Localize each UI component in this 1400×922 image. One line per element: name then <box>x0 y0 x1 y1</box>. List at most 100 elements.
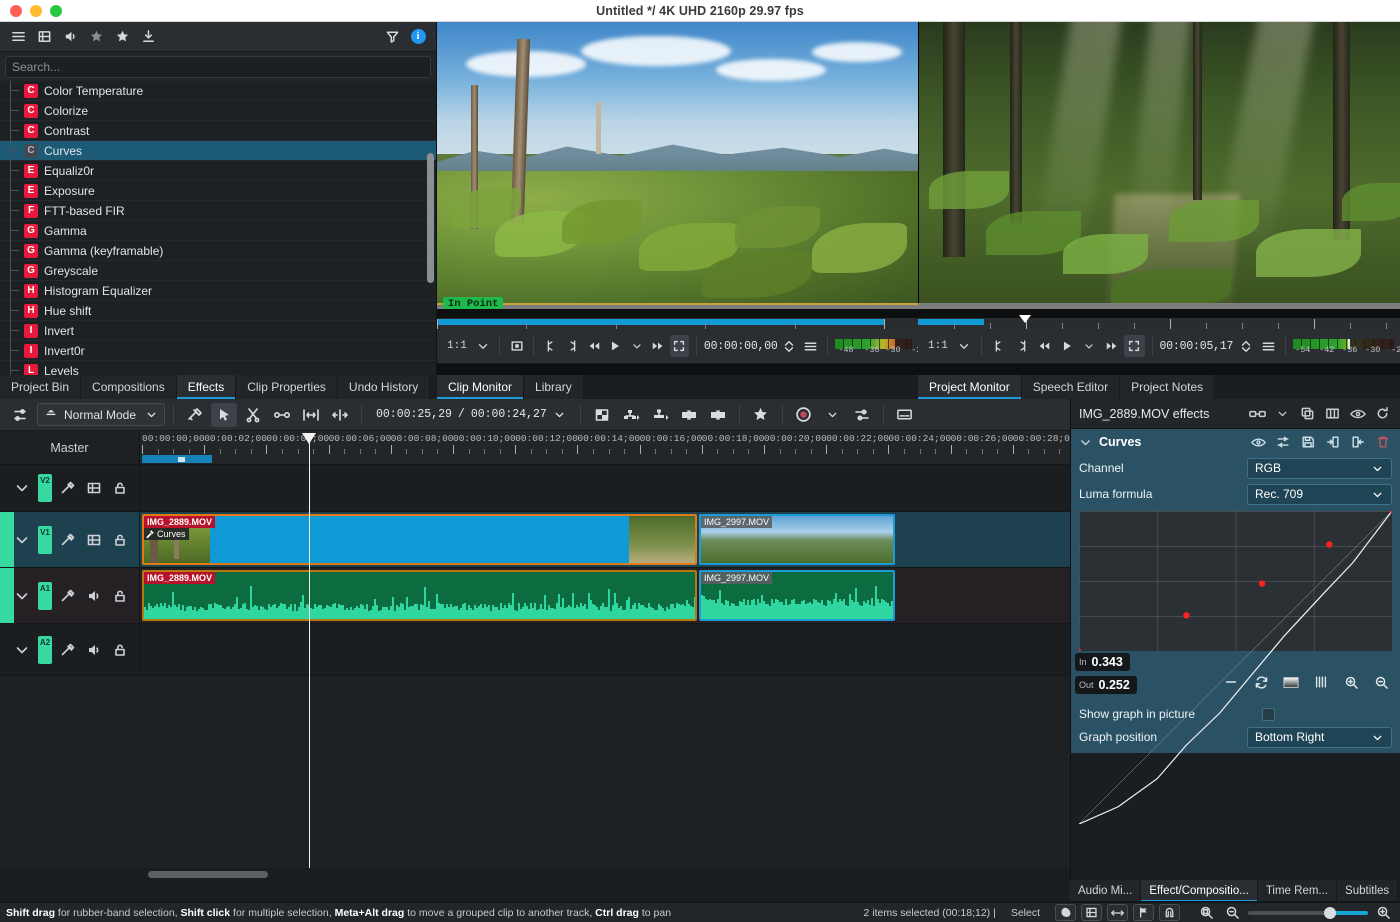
video-effects-icon[interactable] <box>32 26 56 48</box>
zoom-in-icon[interactable] <box>1373 904 1394 921</box>
timeline-playhead[interactable] <box>309 433 310 868</box>
curves-graph[interactable] <box>1079 511 1392 651</box>
project-monitor-tabs[interactable]: Project MonitorSpeech EditorProject Note… <box>918 375 1400 399</box>
timeline-edit-mode-select[interactable]: Normal Mode <box>37 403 165 426</box>
search-input[interactable] <box>5 56 431 78</box>
timeline-clip-video-2[interactable]: IMG_2997.MOV <box>699 514 895 565</box>
insert-zone-icon[interactable] <box>618 403 644 427</box>
rewind-icon[interactable] <box>1034 335 1055 357</box>
track-head-A2[interactable]: A2 <box>0 624 140 675</box>
track-effects-icon[interactable] <box>58 586 78 606</box>
tab-time-rem[interactable]: Time Rem... <box>1258 880 1337 902</box>
track-hide-icon[interactable] <box>84 530 104 550</box>
clip-monitor-video[interactable]: In Point <box>437 22 919 309</box>
set-in-point-icon[interactable] <box>541 335 560 357</box>
timeline-clip-audio-1[interactable]: IMG_2889.MOV <box>142 570 697 621</box>
download-effects-icon[interactable] <box>136 26 160 48</box>
set-out-point-icon[interactable] <box>1012 335 1033 357</box>
timeline-zoom-slider[interactable] <box>1248 911 1368 915</box>
list-view-icon[interactable] <box>6 26 30 48</box>
razor-tool-icon[interactable] <box>240 403 266 427</box>
tab-project-monitor[interactable]: Project Monitor <box>918 375 1022 399</box>
project-monitor-playhead[interactable] <box>1019 315 1031 323</box>
save-icon[interactable] <box>1299 433 1317 451</box>
tab-project-bin[interactable]: Project Bin <box>0 375 81 399</box>
track-effects-icon[interactable] <box>58 530 78 550</box>
effect-list-item[interactable]: HHistogram Equalizer <box>0 281 436 301</box>
play-icon[interactable] <box>605 335 624 357</box>
curve-control-point[interactable] <box>1259 580 1265 586</box>
project-monitor-zone-bar[interactable] <box>918 303 1400 309</box>
keyframes-icon[interactable] <box>1274 433 1292 451</box>
track-lane-V1[interactable]: IMG_2889.MOV Curves IMG_2997.MOV <box>140 512 1070 567</box>
zone-icon[interactable] <box>670 335 689 357</box>
split-compare-icon[interactable] <box>1248 404 1267 423</box>
effect-list-item[interactable]: GGamma (keyframable) <box>0 241 436 261</box>
timeline-zone-bar[interactable] <box>142 455 212 463</box>
select-tool-icon[interactable] <box>211 403 237 427</box>
custom-effects-icon[interactable] <box>84 26 108 48</box>
effect-list-item[interactable]: CContrast <box>0 121 436 141</box>
curve-control-point[interactable] <box>1390 511 1392 513</box>
curve-control-points[interactable] <box>1079 511 1392 651</box>
chevron-down-icon[interactable] <box>627 335 646 357</box>
tab-project-notes[interactable]: Project Notes <box>1120 375 1215 399</box>
project-monitor-zoom-ratio[interactable]: 1:1 <box>924 340 952 352</box>
audio-effects-icon[interactable] <box>58 26 82 48</box>
two-way-icon[interactable] <box>1107 904 1128 921</box>
track-mute-icon[interactable] <box>84 586 104 606</box>
channel-select[interactable]: RGB <box>1247 458 1392 479</box>
track-head-V1[interactable]: V1 <box>0 512 140 567</box>
clip-monitor-tabs[interactable]: Clip MonitorLibrary <box>437 375 918 399</box>
track-lock-icon[interactable] <box>110 478 130 498</box>
export-icon[interactable] <box>1349 433 1367 451</box>
track-lock-icon[interactable] <box>110 586 130 606</box>
curve-control-point[interactable] <box>1326 541 1332 547</box>
collapse-track-icon[interactable] <box>12 586 32 606</box>
effect-list-item[interactable]: CColorize <box>0 101 436 121</box>
track-V1[interactable]: V1 IMG_2889.MOV <box>0 512 1070 568</box>
zoom-out-icon[interactable] <box>1372 673 1390 691</box>
chevron-down-icon[interactable] <box>954 335 975 357</box>
snap-icon[interactable] <box>1159 904 1180 921</box>
eye-icon[interactable] <box>1348 404 1367 423</box>
effect-list-item[interactable]: GGreyscale <box>0 261 436 281</box>
timeline-zone-handle[interactable] <box>178 457 185 462</box>
effect-list-item[interactable]: CCurves <box>0 141 436 161</box>
tab-effect-compositio[interactable]: Effect/Compositio... <box>1141 880 1258 902</box>
set-in-point-icon[interactable] <box>989 335 1010 357</box>
copy-effects-icon[interactable] <box>1298 404 1317 423</box>
tab-effects[interactable]: Effects <box>177 375 236 399</box>
effects-list[interactable]: CColor TemperatureCColorizeCContrastCCur… <box>0 81 436 375</box>
timeline-tracks[interactable]: V2 V1 <box>0 465 1070 868</box>
monitor-fullscreen-icon[interactable] <box>507 335 526 357</box>
preview-in-icon[interactable] <box>676 403 702 427</box>
track-head-V2[interactable]: V2 <box>0 465 140 511</box>
record-icon[interactable] <box>791 403 817 427</box>
info-icon[interactable]: i <box>406 26 430 48</box>
reset-curve-icon[interactable] <box>1252 673 1270 691</box>
timecode-stepper-icon[interactable] <box>780 335 799 357</box>
clip-effect-badge[interactable]: Curves <box>144 528 189 540</box>
zone-icon[interactable] <box>1124 335 1145 357</box>
track-name-V2[interactable]: V2 <box>38 474 52 502</box>
clip-monitor-ruler[interactable] <box>437 318 918 329</box>
clip-monitor-zoom-ratio[interactable]: 1:1 <box>443 340 471 352</box>
collapse-track-icon[interactable] <box>12 640 32 660</box>
track-name-A1[interactable]: A1 <box>38 582 52 610</box>
edit-mode-icon[interactable] <box>182 403 208 427</box>
effect-list-item[interactable]: FFTT-based FIR <box>0 201 436 221</box>
chevron-down-icon[interactable] <box>1079 436 1092 449</box>
timeline-ruler[interactable]: 00:00:00;0000:00:02;0000:00:04;0000:00:0… <box>140 431 1070 464</box>
eye-icon[interactable] <box>1249 433 1267 451</box>
track-lane-A2[interactable] <box>140 624 1070 675</box>
chevron-down-icon[interactable] <box>1273 404 1292 423</box>
extract-zone-icon[interactable] <box>647 403 673 427</box>
track-name-A2[interactable]: A2 <box>38 636 52 664</box>
track-head-A1[interactable]: A1 <box>0 568 140 623</box>
chevron-down-icon[interactable] <box>1079 335 1100 357</box>
effect-list-item[interactable]: HHue shift <box>0 301 436 321</box>
effect-list-item[interactable]: LLevels <box>0 361 436 375</box>
track-A1[interactable]: A1 IMG_2889.MOV IMG_2997.MOV <box>0 568 1070 624</box>
tab-audio-mi[interactable]: Audio Mi... <box>1070 880 1141 902</box>
